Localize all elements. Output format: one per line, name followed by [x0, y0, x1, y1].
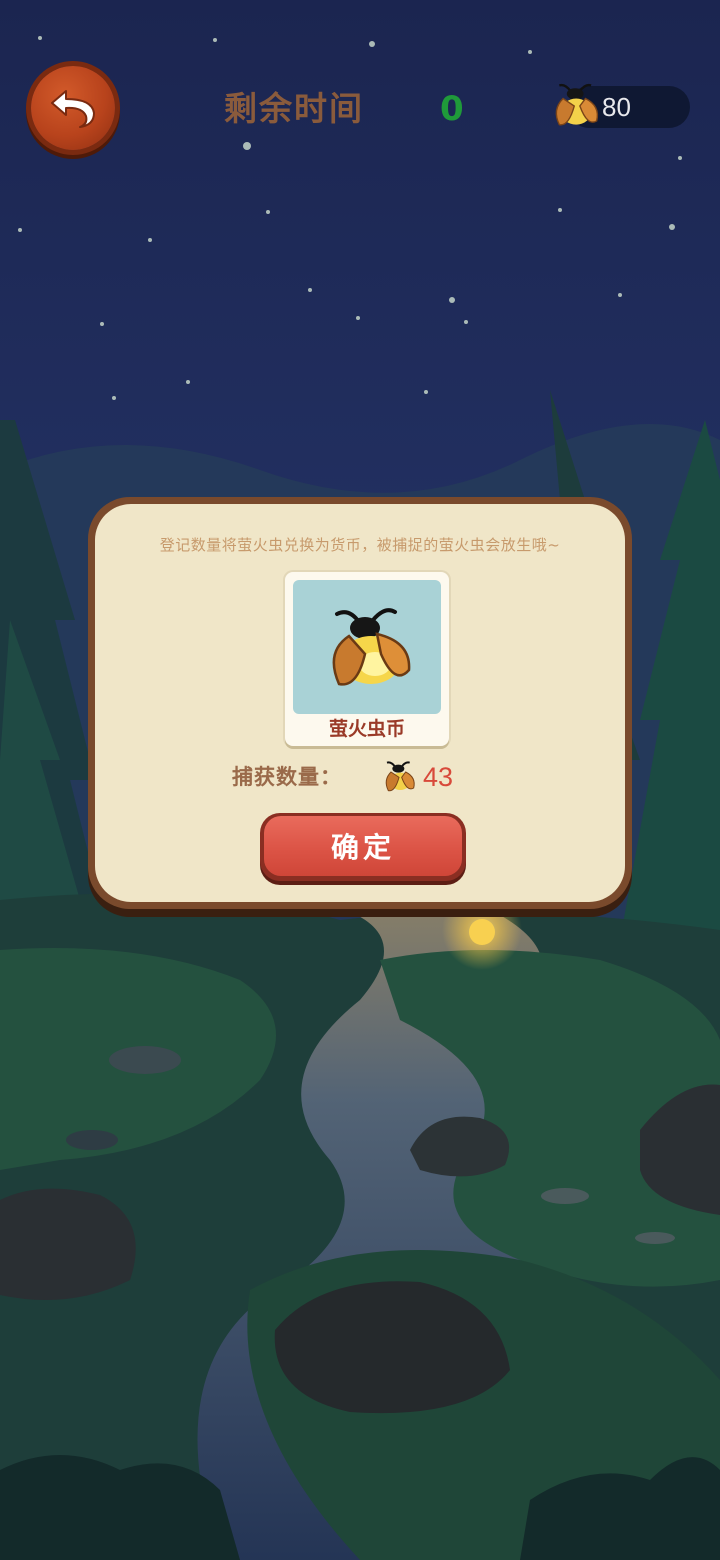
firefly-icon — [555, 83, 599, 126]
coin-balance-value: 80 — [602, 92, 631, 122]
reward-card: 萤火虫币 — [285, 572, 449, 746]
firefly-icon — [332, 608, 411, 686]
timer-label: 剩余时间 — [224, 89, 364, 128]
catch-count-label: 捕获数量： — [232, 765, 342, 789]
catch-count-value: 43 — [423, 762, 454, 792]
reward-card-image — [293, 580, 441, 714]
reward-card-label: 萤火虫币 — [328, 718, 405, 740]
firefly-icon — [385, 761, 415, 792]
back-button[interactable] — [31, 66, 115, 150]
dialog-message: 登记数量将萤火虫兑换为货币，被捕捉的萤火虫会放生哦~ — [159, 536, 561, 554]
timer-value: 0 — [440, 89, 464, 129]
confirm-button[interactable]: 确定 — [260, 813, 466, 881]
confirm-button-label: 确定 — [264, 816, 462, 876]
dialog-panel: 登记数量将萤火虫兑换为货币，被捕捉的萤火虫会放生哦~ 萤火虫币 捕获数量： 43… — [95, 504, 625, 902]
undo-arrow-icon — [51, 90, 95, 128]
exchange-dialog: 登记数量将萤火虫兑换为货币，被捕捉的萤火虫会放生哦~ 萤火虫币 捕获数量： 43… — [88, 497, 632, 909]
